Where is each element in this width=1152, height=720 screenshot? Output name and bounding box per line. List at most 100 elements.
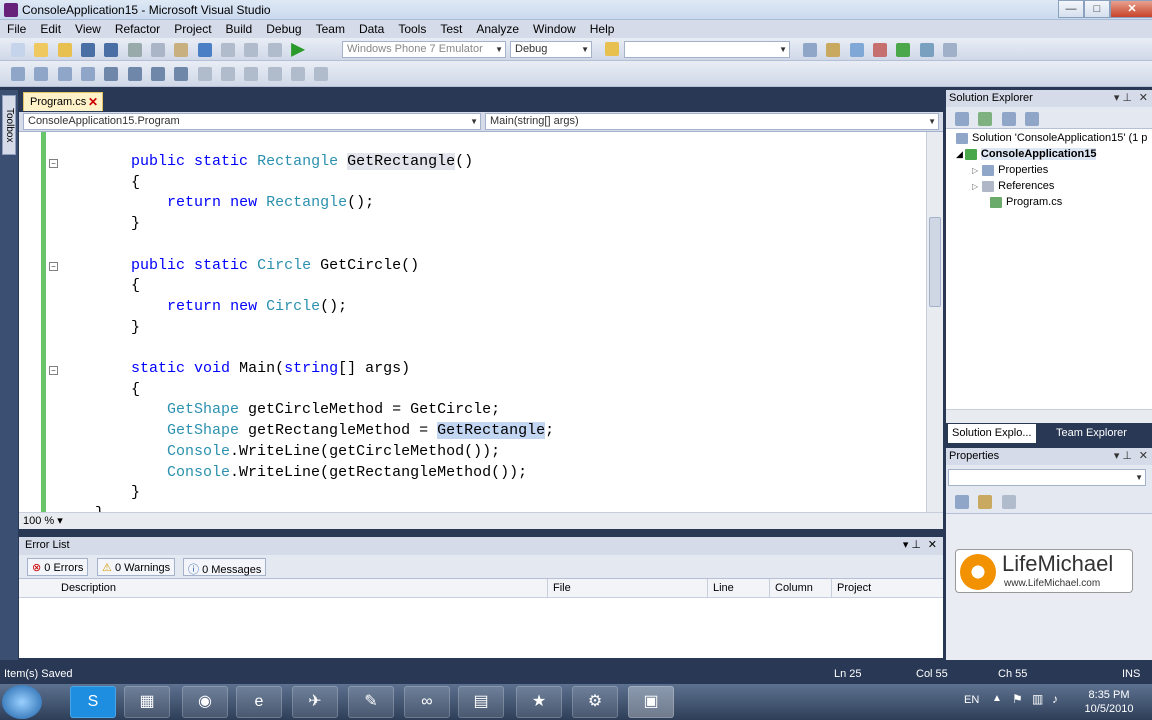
decrease-indent-icon[interactable] <box>104 66 119 81</box>
column-description[interactable]: Description <box>61 582 116 594</box>
menu-data[interactable]: Data <box>352 20 391 38</box>
collapsed-arrow-icon[interactable]: ▷ <box>972 166 978 175</box>
language-indicator[interactable]: EN <box>964 694 979 706</box>
collapsed-arrow-icon[interactable]: ▷ <box>972 182 978 191</box>
scrollbar-thumb[interactable] <box>929 217 941 307</box>
type-dropdown[interactable]: ConsoleApplication15.Program ▼ <box>23 113 481 130</box>
save-icon[interactable] <box>81 42 96 57</box>
start-debugging-icon[interactable] <box>291 42 306 57</box>
device-select[interactable]: Windows Phone 7 Emulator ▼ <box>342 41 506 58</box>
find-combo[interactable]: ▼ <box>624 41 790 58</box>
close-icon[interactable]: ✕ <box>928 538 937 551</box>
visual-studio-taskbar-icon[interactable]: ★ <box>516 686 562 718</box>
object-browser-icon[interactable] <box>849 42 864 57</box>
save-all-icon[interactable] <box>104 42 119 57</box>
internet-explorer-icon[interactable]: e <box>236 686 282 718</box>
network-icon[interactable]: ▥ <box>1032 692 1043 706</box>
parameter-info-icon[interactable] <box>34 66 49 81</box>
column-column[interactable]: Column <box>775 582 813 594</box>
show-all-files-icon[interactable] <box>978 111 993 126</box>
tree-item-project[interactable]: ◢ ConsoleApplication15 <box>956 148 1097 164</box>
menu-edit[interactable]: Edit <box>33 20 68 38</box>
navigate-back-icon[interactable] <box>244 42 259 57</box>
cut-icon[interactable] <box>127 42 142 57</box>
copy-icon[interactable] <box>151 42 166 57</box>
member-dropdown[interactable]: Main(string[] args) ▼ <box>485 113 939 130</box>
tree-item-references[interactable]: ▷ References <box>972 180 1054 196</box>
uncomment-lines-icon[interactable] <box>174 66 189 81</box>
menu-view[interactable]: View <box>68 20 108 38</box>
menu-refactor[interactable]: Refactor <box>108 20 167 38</box>
toolbox-tab[interactable]: Toolbox <box>2 95 16 155</box>
toolbox-icon[interactable] <box>873 42 888 57</box>
notepad-icon[interactable]: ✎ <box>348 686 394 718</box>
menu-window[interactable]: Window <box>526 20 583 38</box>
close-button[interactable]: ✕ <box>1110 0 1152 18</box>
tree-item-properties[interactable]: ▷ Properties <box>972 164 1048 180</box>
categorized-icon[interactable] <box>955 494 969 509</box>
start-page-icon[interactable] <box>896 42 911 57</box>
menu-build[interactable]: Build <box>219 20 260 38</box>
code-text[interactable]: public static Rectangle GetRectangle() {… <box>59 152 554 512</box>
start-button[interactable] <box>2 685 42 719</box>
toggle-bookmark-icon[interactable] <box>197 66 212 81</box>
tab-team-explorer[interactable]: Team Explorer <box>1052 424 1131 443</box>
close-icon[interactable]: ✕ <box>1139 449 1148 462</box>
open-file-icon[interactable] <box>57 42 72 57</box>
tab-solution-explorer[interactable]: Solution Explo... <box>948 424 1036 443</box>
complete-word-icon[interactable] <box>57 66 72 81</box>
tree-item-solution[interactable]: Solution 'ConsoleApplication15' (1 p <box>956 132 1147 148</box>
menu-help[interactable]: Help <box>583 20 622 38</box>
outline-collapse-icon[interactable]: − <box>49 262 58 271</box>
comment-lines-icon[interactable] <box>151 66 166 81</box>
undo-icon[interactable] <box>197 42 212 57</box>
show-hidden-icons-icon[interactable]: ▲ <box>992 693 1002 704</box>
editor-vertical-scrollbar[interactable] <box>926 132 943 512</box>
menu-debug[interactable]: Debug <box>259 20 308 38</box>
alphabetical-icon[interactable] <box>978 494 993 509</box>
menu-project[interactable]: Project <box>167 20 218 38</box>
screen-capture-icon[interactable]: ▣ <box>628 686 674 718</box>
next-bookmark-icon[interactable] <box>244 66 259 81</box>
properties-icon[interactable] <box>955 111 969 126</box>
redo-icon[interactable] <box>221 42 236 57</box>
next-bookmark-folder-icon[interactable] <box>291 66 306 81</box>
app-eclipse-icon[interactable]: ∞ <box>404 686 450 718</box>
tree-item-program-cs[interactable]: Program.cs <box>990 196 1062 212</box>
solution-explorer-scrollbar[interactable] <box>946 409 1152 423</box>
list-members-icon[interactable] <box>81 66 96 81</box>
column-project[interactable]: Project <box>837 582 871 594</box>
outline-collapse-icon[interactable]: − <box>49 159 58 168</box>
menu-tools[interactable]: Tools <box>391 20 433 38</box>
properties-window-icon[interactable] <box>826 42 841 57</box>
minimize-button[interactable]: — <box>1058 0 1084 18</box>
volume-icon[interactable]: ♪ <box>1052 692 1058 706</box>
menu-team[interactable]: Team <box>309 20 352 38</box>
new-project-icon[interactable] <box>11 42 25 57</box>
close-icon[interactable]: ✕ <box>1139 91 1148 104</box>
pin-icon[interactable]: ▾ ⊥ <box>1114 449 1132 462</box>
view-class-diagram-icon[interactable] <box>1025 111 1040 126</box>
editor-horizontal-scrollbar[interactable]: 100 % ▾ <box>19 512 943 529</box>
close-tab-icon[interactable]: ✕ <box>88 95 98 109</box>
zoom-level[interactable]: 100 % ▾ <box>23 514 79 528</box>
pin-icon[interactable]: ▾ ⊥ <box>1114 91 1132 104</box>
find-in-files-icon[interactable] <box>605 42 619 56</box>
command-window-icon[interactable] <box>943 42 958 57</box>
system-clock[interactable]: 8:35 PM 10/5/2010 <box>1074 688 1144 716</box>
property-pages-icon[interactable] <box>1001 494 1016 509</box>
navigate-forward-icon[interactable] <box>267 42 282 57</box>
chrome-icon[interactable]: ◉ <box>182 686 228 718</box>
windows-explorer-icon[interactable]: ▤ <box>458 686 504 718</box>
menu-test[interactable]: Test <box>433 20 469 38</box>
object-select[interactable]: ▼ <box>948 469 1146 486</box>
previous-bookmark-folder-icon[interactable] <box>267 66 282 81</box>
warnings-filter-button[interactable]: ⚠ 0 Warnings <box>97 558 176 576</box>
solution-configuration-select[interactable]: Debug ▼ <box>510 41 592 58</box>
refresh-icon[interactable] <box>1001 111 1016 126</box>
errors-filter-button[interactable]: ⊗ 0 Errors <box>27 558 89 576</box>
increase-indent-icon[interactable] <box>127 66 142 81</box>
previous-bookmark-icon[interactable] <box>221 66 236 81</box>
skype-icon[interactable]: S <box>70 686 116 718</box>
messages-filter-button[interactable]: ⓘ 0 Messages <box>183 558 267 576</box>
